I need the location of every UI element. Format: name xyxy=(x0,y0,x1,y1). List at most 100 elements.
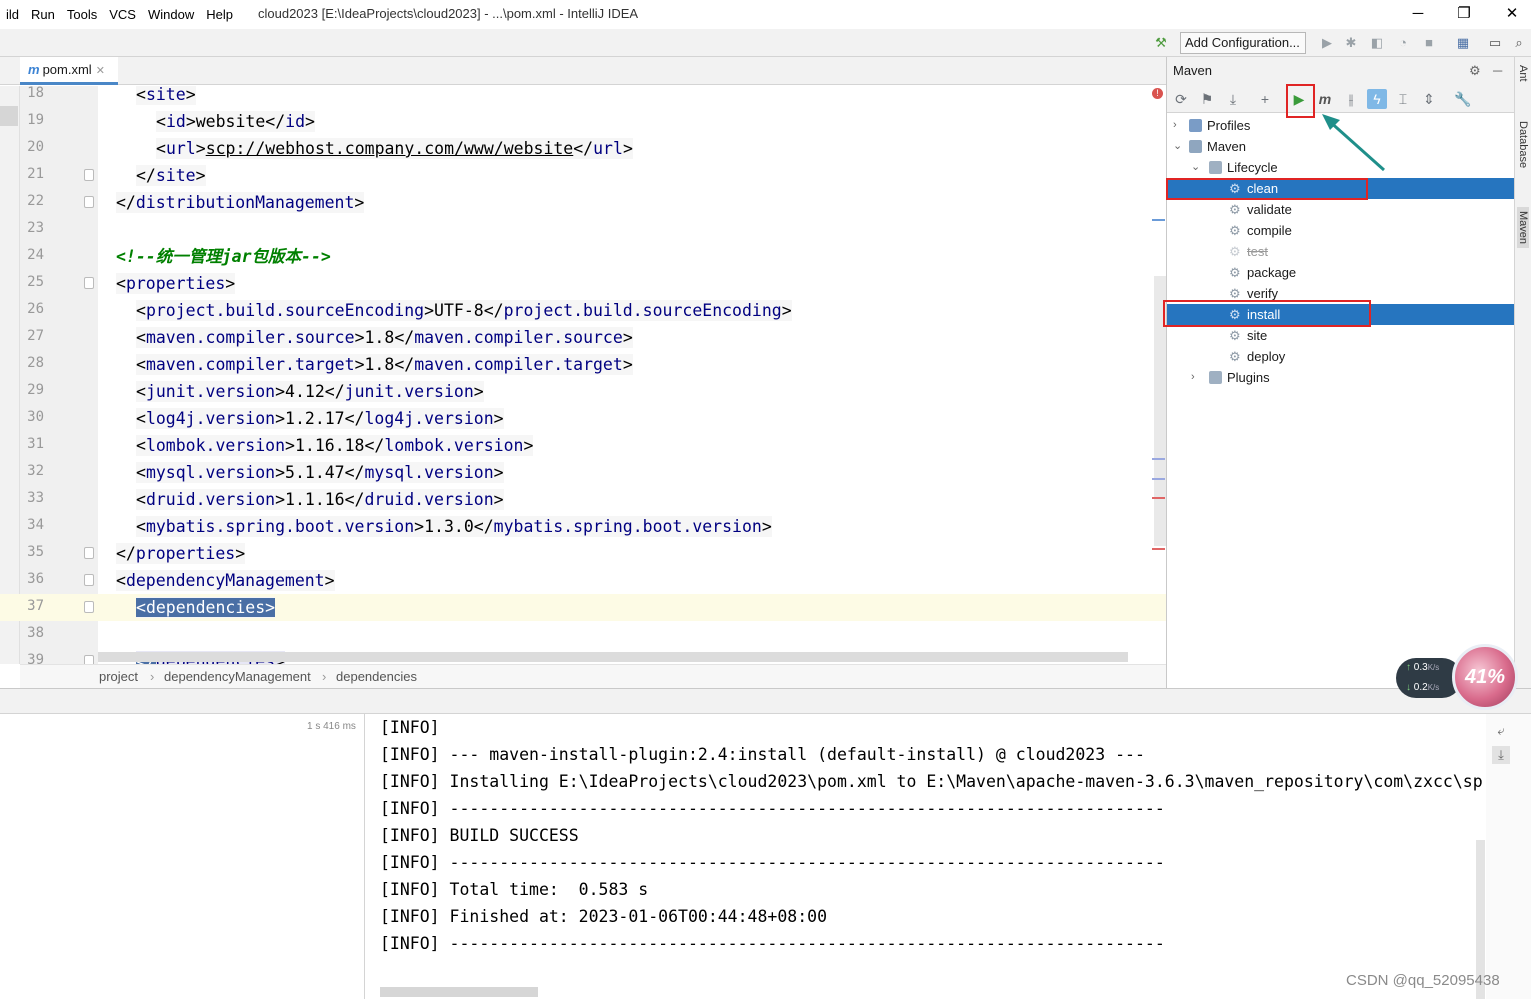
error-marker xyxy=(1152,548,1165,550)
menu-build[interactable]: ild xyxy=(0,7,25,22)
add-configuration-button[interactable]: Add Configuration... xyxy=(1180,32,1306,54)
generate-sources-icon[interactable]: ⚑ xyxy=(1197,89,1217,109)
error-indicator-icon[interactable]: ! xyxy=(1152,88,1163,99)
minimize-button[interactable]: ─ xyxy=(1398,3,1438,25)
fold-marker-icon[interactable] xyxy=(84,601,94,613)
code-editor[interactable]: 18 <site> 19 <id>website</id> 20 <url>scp://w… xyxy=(0,86,1166,664)
code-line: 28 <maven.compiler.target>1.8</maven.comp… xyxy=(0,351,1166,378)
project-structure-icon[interactable]: ▦ xyxy=(1454,34,1472,52)
add-icon[interactable]: + xyxy=(1255,89,1275,109)
xml-tag-name: druid.version xyxy=(145,490,276,509)
tree-item-test[interactable]: ⚙ test xyxy=(1167,241,1515,262)
menu-window[interactable]: Window xyxy=(142,7,200,22)
breadcrumb: project › dependencyManagement › depende… xyxy=(20,664,1166,688)
skip-tests-icon[interactable]: ϟ xyxy=(1367,89,1387,109)
maven-tool-tab[interactable]: Maven xyxy=(1517,207,1529,249)
fold-marker-icon[interactable] xyxy=(84,547,94,559)
tree-item-deploy[interactable]: ⚙ deploy xyxy=(1167,346,1515,367)
line-number: 29 xyxy=(27,382,44,398)
settings-gear-icon[interactable]: ⚙ xyxy=(1469,57,1481,85)
fold-marker-icon[interactable] xyxy=(84,655,94,664)
run-icon[interactable]: ▶ xyxy=(1318,34,1336,52)
xml-token: < xyxy=(136,463,146,482)
database-tool-tab[interactable]: Database xyxy=(1517,121,1529,168)
tree-item-plugins[interactable]: › Plugins xyxy=(1167,367,1515,388)
close-window-button[interactable]: ✕ xyxy=(1492,3,1531,25)
code-text: <mybatis.spring.boot.version>1.3.0</myba… xyxy=(136,516,772,537)
build-hammer-icon[interactable]: ⚒ xyxy=(1152,34,1170,52)
reload-icon[interactable]: ⟳ xyxy=(1171,89,1191,109)
search-icon[interactable]: ⌕ xyxy=(1510,34,1528,52)
hide-panel-icon[interactable]: ─ xyxy=(1493,57,1502,85)
fold-marker-icon[interactable] xyxy=(84,169,94,181)
breadcrumb-project[interactable]: project xyxy=(99,669,138,684)
xml-token: </ xyxy=(394,328,415,347)
gear-icon: ⚙ xyxy=(1229,349,1241,364)
line-number: 25 xyxy=(27,274,44,290)
xml-tag-name: lombok.version xyxy=(384,436,524,455)
close-tab-icon[interactable]: ✕ xyxy=(96,65,105,77)
fold-marker-icon[interactable] xyxy=(84,574,94,586)
chevron-right-icon[interactable]: › xyxy=(1173,115,1177,136)
console-output[interactable]: [INFO] [INFO] --- maven-install-plugin:2.… xyxy=(366,714,1486,999)
code-line: 18 <site> xyxy=(0,86,1166,108)
line-number: 39 xyxy=(27,652,44,664)
presentation-icon[interactable]: ▭ xyxy=(1486,34,1504,52)
chevron-down-icon[interactable]: ⌄ xyxy=(1173,136,1182,157)
xml-token: > xyxy=(523,436,534,455)
right-tool-strip: Ant Database Maven xyxy=(1514,57,1531,688)
tree-label: Maven xyxy=(1207,139,1247,154)
console-line: [INFO] Installing E:\IdeaProjects\cloud2… xyxy=(380,772,1483,791)
breadcrumb-dependency-management[interactable]: dependencyManagement xyxy=(164,669,311,684)
console-line: [INFO] BUILD SUCCESS xyxy=(380,826,579,845)
xml-tag-name: properties xyxy=(125,274,226,293)
menu-tools[interactable]: Tools xyxy=(61,7,103,22)
debug-icon[interactable]: ✱ xyxy=(1342,34,1360,52)
menu-help[interactable]: Help xyxy=(200,7,239,22)
execute-goal-icon[interactable]: m xyxy=(1315,89,1335,109)
chevron-right-icon[interactable]: › xyxy=(1191,367,1195,388)
collapse-all-icon[interactable]: ⇕ xyxy=(1419,89,1439,109)
code-text: <dependencyManagement> xyxy=(116,570,335,591)
line-number: 30 xyxy=(27,409,44,425)
soft-wrap-icon[interactable]: ⤶ xyxy=(1492,722,1510,740)
line-number: 34 xyxy=(27,517,44,533)
chevron-down-icon[interactable]: ⌄ xyxy=(1191,157,1200,178)
scroll-to-end-icon[interactable]: ⤓ xyxy=(1492,746,1510,764)
editor-horizontal-scrollbar[interactable] xyxy=(98,652,1128,662)
breadcrumb-dependencies[interactable]: dependencies xyxy=(336,669,417,684)
memory-usage-badge[interactable]: 41% xyxy=(1452,644,1518,710)
xml-token: < xyxy=(136,490,146,509)
tab-pom-xml[interactable]: m pom.xml ✕ xyxy=(20,57,118,85)
profile-icon[interactable]: ◔ xyxy=(1394,34,1412,52)
code-line: 25 <properties> xyxy=(0,270,1166,297)
code-line: 30 <log4j.version>1.2.17</log4j.version> xyxy=(0,405,1166,432)
gear-icon: ⚙ xyxy=(1229,265,1241,280)
tree-item-validate[interactable]: ⚙ validate xyxy=(1167,199,1515,220)
xml-token: > xyxy=(305,112,315,131)
xml-token: > xyxy=(761,517,772,536)
maximize-button[interactable]: ❐ xyxy=(1444,3,1484,25)
xml-token: > xyxy=(493,409,504,428)
code-line: 31 <lombok.version>1.16.18</lombok.versio… xyxy=(0,432,1166,459)
maven-settings-wrench-icon[interactable]: 🔧 xyxy=(1453,89,1473,109)
xml-token: </ xyxy=(573,139,594,158)
tree-item-package[interactable]: ⚙ package xyxy=(1167,262,1515,283)
coverage-icon[interactable]: ◧ xyxy=(1368,34,1386,52)
ant-tool-tab[interactable]: Ant xyxy=(1517,65,1529,82)
xml-token: > xyxy=(473,382,484,401)
xml-token: > xyxy=(354,328,365,347)
tree-label: site xyxy=(1247,328,1268,343)
toggle-offline-icon[interactable]: ⫲ xyxy=(1341,89,1361,109)
stop-icon[interactable]: ■ xyxy=(1420,34,1438,52)
tree-item-site[interactable]: ⚙ site xyxy=(1167,325,1515,346)
show-dependencies-icon[interactable]: ⌶ xyxy=(1393,89,1413,109)
download-icon[interactable]: ⤓ xyxy=(1223,89,1243,109)
fold-marker-icon[interactable] xyxy=(84,196,94,208)
menu-run[interactable]: Run xyxy=(25,7,61,22)
xml-token: < xyxy=(136,382,146,401)
console-horizontal-scrollbar[interactable] xyxy=(380,987,538,997)
menu-vcs[interactable]: VCS xyxy=(103,7,142,22)
tree-item-compile[interactable]: ⚙ compile xyxy=(1167,220,1515,241)
fold-marker-icon[interactable] xyxy=(84,277,94,289)
